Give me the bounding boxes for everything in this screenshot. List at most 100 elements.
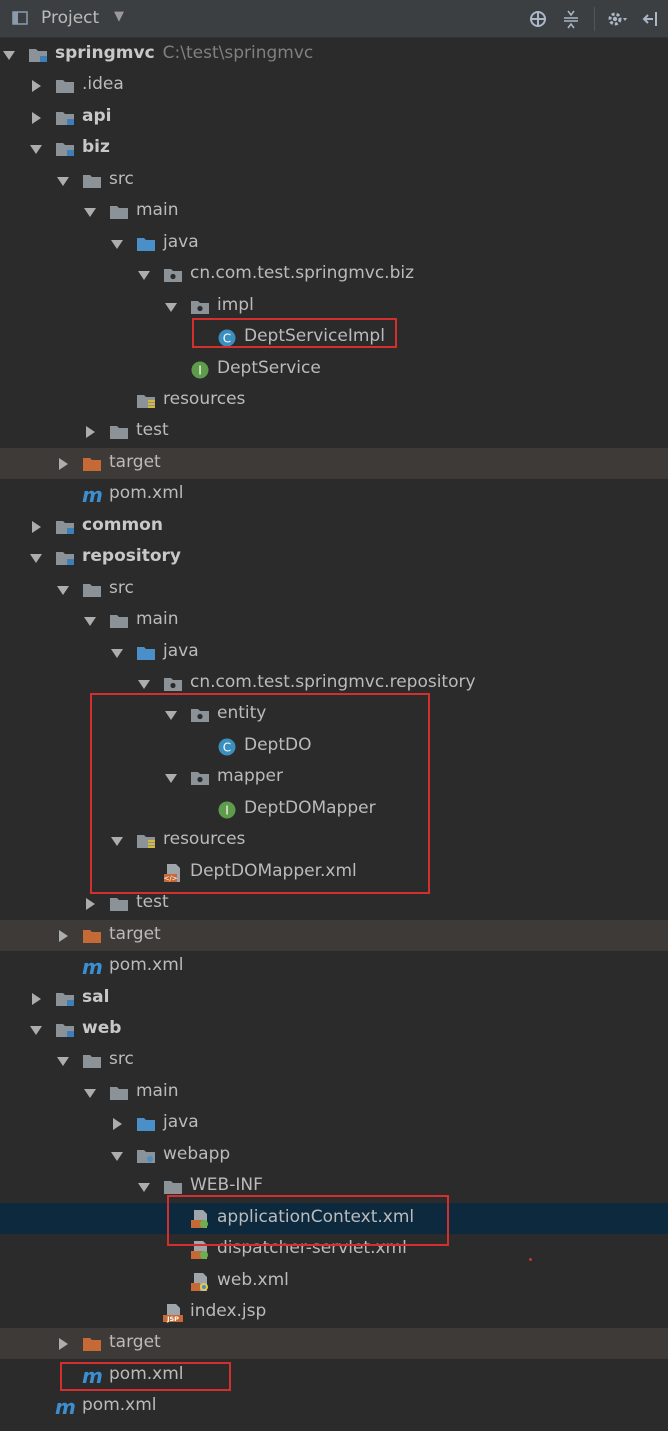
expanded-arrow-icon[interactable] bbox=[138, 1181, 150, 1193]
tree-row-biz-pkg[interactable]: cn.com.test.springmvc.biz bbox=[0, 259, 668, 290]
svg-text:</>: </> bbox=[163, 875, 177, 883]
hide-panel-icon[interactable] bbox=[640, 9, 660, 29]
tree-row-idea[interactable]: .idea bbox=[0, 70, 668, 101]
tree-row-biz-test[interactable]: test bbox=[0, 416, 668, 447]
tree-row-label: resources bbox=[163, 389, 245, 409]
tree-row-web-target[interactable]: target bbox=[0, 1328, 668, 1359]
expanded-arrow-icon[interactable] bbox=[111, 835, 123, 847]
tree-row-dept-do-mapper[interactable]: I DeptDOMapper bbox=[0, 794, 668, 825]
expanded-arrow-icon[interactable] bbox=[165, 772, 177, 784]
collapsed-arrow-icon[interactable] bbox=[84, 426, 96, 438]
view-selector-label[interactable]: Project bbox=[41, 8, 99, 28]
maven-icon: m bbox=[82, 957, 103, 977]
expanded-arrow-icon[interactable] bbox=[57, 1055, 69, 1067]
collapsed-arrow-icon[interactable] bbox=[30, 521, 42, 533]
folder-icon bbox=[55, 76, 75, 96]
expanded-arrow-icon[interactable] bbox=[111, 238, 123, 250]
tree-row-biz-src[interactable]: src bbox=[0, 165, 668, 196]
tree-row-repo-resources[interactable]: resources bbox=[0, 825, 668, 856]
tree-row-common[interactable]: common bbox=[0, 511, 668, 542]
tree-row-repo-target[interactable]: target bbox=[0, 920, 668, 951]
folder-icon bbox=[109, 202, 129, 222]
tree-row-biz[interactable]: biz bbox=[0, 133, 668, 164]
tree-row-repo-pkg[interactable]: cn.com.test.springmvc.repository bbox=[0, 668, 668, 699]
expanded-arrow-icon[interactable] bbox=[165, 709, 177, 721]
view-selector-dropdown-icon[interactable]: ▼ bbox=[114, 9, 124, 24]
node-name: applicationContext.xml bbox=[217, 1207, 415, 1227]
node-name: src bbox=[109, 578, 134, 598]
collapsed-arrow-icon[interactable] bbox=[30, 993, 42, 1005]
tree-row-label: test bbox=[136, 420, 169, 440]
node-name: api bbox=[82, 106, 112, 126]
expanded-arrow-icon[interactable] bbox=[111, 647, 123, 659]
tree-row-web-src[interactable]: src bbox=[0, 1045, 668, 1076]
tree-row-biz-target[interactable]: target bbox=[0, 448, 668, 479]
expanded-arrow-icon[interactable] bbox=[30, 1024, 42, 1036]
tree-row-web-main[interactable]: main bbox=[0, 1077, 668, 1108]
module-folder-icon bbox=[55, 1020, 75, 1040]
tree-row-label: applicationContext.xml bbox=[217, 1207, 414, 1227]
tree-row-api[interactable]: api bbox=[0, 102, 668, 133]
tree-row-label: cn.com.test.springmvc.biz bbox=[190, 263, 414, 283]
package-icon bbox=[190, 768, 210, 788]
tree-row-springmvc[interactable]: springmvc C:\test\springmvc bbox=[0, 39, 668, 70]
collapsed-arrow-icon[interactable] bbox=[57, 458, 69, 470]
tree-row-dept-do[interactable]: C DeptDO bbox=[0, 731, 668, 762]
tree-row-biz-impl[interactable]: impl bbox=[0, 291, 668, 322]
tree-row-web-java[interactable]: java bbox=[0, 1108, 668, 1139]
tree-row-repo-entity[interactable]: entity bbox=[0, 699, 668, 730]
tree-row-biz-java[interactable]: java bbox=[0, 228, 668, 259]
tree-row-dept-service-impl[interactable]: C DeptServiceImpl bbox=[0, 322, 668, 353]
tree-row-label: java bbox=[163, 641, 199, 661]
tree-row-repo-test[interactable]: test bbox=[0, 888, 668, 919]
tree-row-biz-main[interactable]: main bbox=[0, 196, 668, 227]
tree-row-web-pom[interactable]: m pom.xml bbox=[0, 1360, 668, 1391]
expanded-arrow-icon[interactable] bbox=[30, 552, 42, 564]
node-name: java bbox=[163, 641, 199, 661]
collapsed-arrow-icon[interactable] bbox=[30, 80, 42, 92]
node-name: webapp bbox=[163, 1144, 231, 1164]
expanded-arrow-icon[interactable] bbox=[84, 615, 96, 627]
tree-row-root-pom[interactable]: m pom.xml bbox=[0, 1391, 668, 1422]
expanded-arrow-icon[interactable] bbox=[165, 301, 177, 313]
tree-row-repo-main[interactable]: main bbox=[0, 605, 668, 636]
expanded-arrow-icon[interactable] bbox=[138, 678, 150, 690]
resources-folder-icon bbox=[136, 391, 156, 411]
expanded-arrow-icon[interactable] bbox=[57, 584, 69, 596]
tree-row-repo-pom[interactable]: m pom.xml bbox=[0, 951, 668, 982]
tree-row-web[interactable]: web bbox=[0, 1014, 668, 1045]
tree-row-index-jsp[interactable]: JSP index.jsp bbox=[0, 1297, 668, 1328]
scroll-from-source-icon[interactable] bbox=[528, 9, 548, 29]
collapsed-arrow-icon[interactable] bbox=[84, 898, 96, 910]
tree-row-repository[interactable]: repository bbox=[0, 542, 668, 573]
tree-row-label: java bbox=[163, 1112, 199, 1132]
collapsed-arrow-icon[interactable] bbox=[30, 112, 42, 124]
package-icon bbox=[163, 265, 183, 285]
tree-row-web-webapp[interactable]: webapp bbox=[0, 1140, 668, 1171]
tree-row-biz-pom[interactable]: m pom.xml bbox=[0, 479, 668, 510]
expanded-arrow-icon[interactable] bbox=[84, 1087, 96, 1099]
tree-row-biz-resources[interactable]: resources bbox=[0, 385, 668, 416]
collapse-all-icon[interactable] bbox=[561, 9, 581, 29]
expanded-arrow-icon[interactable] bbox=[138, 269, 150, 281]
tree-row-dept-service[interactable]: I DeptService bbox=[0, 354, 668, 385]
collapsed-arrow-icon[interactable] bbox=[57, 1338, 69, 1350]
collapsed-arrow-icon[interactable] bbox=[57, 930, 69, 942]
tree-row-web-xml[interactable]: web.xml bbox=[0, 1266, 668, 1297]
expanded-arrow-icon[interactable] bbox=[57, 175, 69, 187]
expanded-arrow-icon[interactable] bbox=[84, 206, 96, 218]
collapsed-arrow-icon[interactable] bbox=[111, 1118, 123, 1130]
expanded-arrow-icon[interactable] bbox=[30, 143, 42, 155]
tree-row-dept-do-mapper-xml[interactable]: </> DeptDOMapper.xml bbox=[0, 857, 668, 888]
tree-row-repo-mapper[interactable]: mapper bbox=[0, 762, 668, 793]
tree-row-sal[interactable]: sal bbox=[0, 983, 668, 1014]
gear-icon[interactable] bbox=[606, 9, 627, 29]
tree-row-web-inf[interactable]: WEB-INF bbox=[0, 1171, 668, 1202]
web-xml-icon bbox=[190, 1272, 210, 1292]
tree-row-repo-src[interactable]: src bbox=[0, 574, 668, 605]
expanded-arrow-icon[interactable] bbox=[111, 1150, 123, 1162]
tree-row-dispatcher-servlet[interactable]: dispatcher-servlet.xml bbox=[0, 1234, 668, 1265]
expanded-arrow-icon[interactable] bbox=[3, 49, 15, 61]
tree-row-repo-java[interactable]: java bbox=[0, 637, 668, 668]
tree-row-application-context[interactable]: applicationContext.xml bbox=[0, 1203, 668, 1234]
